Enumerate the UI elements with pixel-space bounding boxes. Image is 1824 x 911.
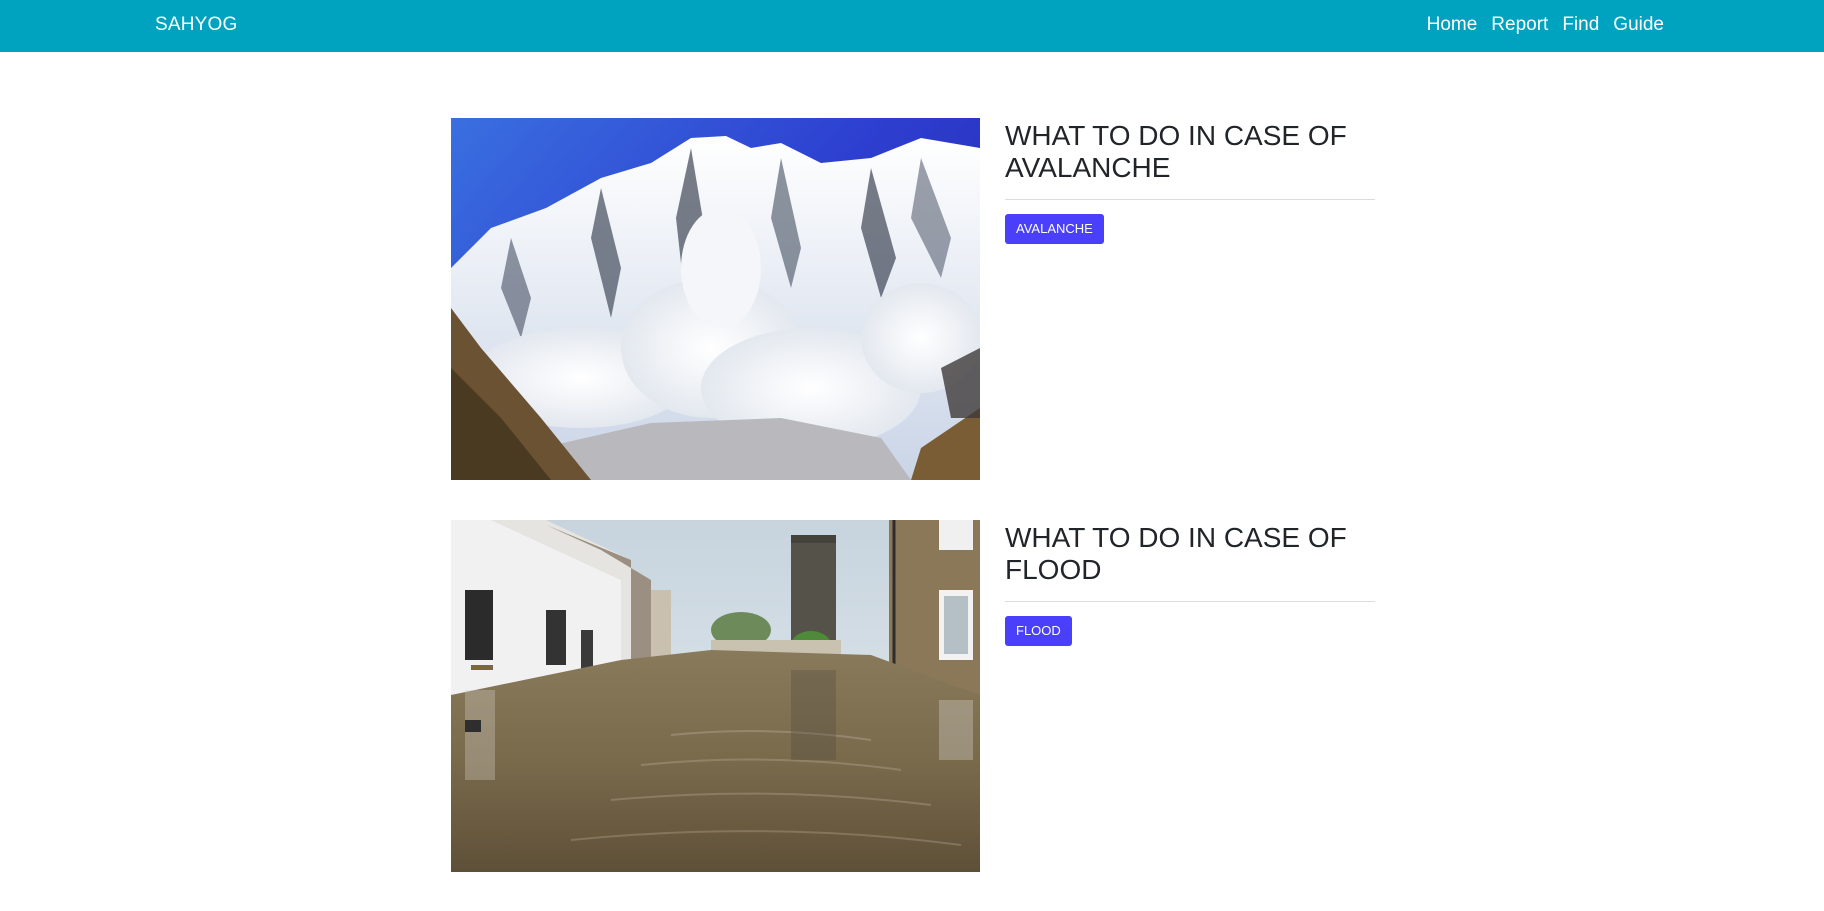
flood-photo (451, 520, 980, 882)
card-body-avalanche: WHAT TO DO IN CASE OF AVALANCHE AVALANCH… (1005, 118, 1375, 244)
top-navbar: SAHYOG Home Report Find Guide (0, 0, 1824, 52)
nav-link-guide[interactable]: Guide (1613, 14, 1664, 36)
avalanche-tag-button[interactable]: AVALANCHE (1005, 214, 1104, 244)
card-title-flood: WHAT TO DO IN CASE OF FLOOD (1005, 522, 1347, 585)
nav-link-home[interactable]: Home (1427, 14, 1478, 36)
nav-links: Home Report Find Guide (1413, 14, 1664, 36)
brand-logo-link[interactable]: SAHYOG (155, 14, 238, 36)
card-title-avalanche: WHAT TO DO IN CASE OF AVALANCHE (1005, 120, 1347, 183)
avalanche-photo (451, 118, 980, 480)
card-divider (1005, 601, 1375, 602)
nav-link-find[interactable]: Find (1562, 14, 1599, 36)
card-body-flood: WHAT TO DO IN CASE OF FLOOD FLOOD (1005, 520, 1375, 646)
nav-link-report[interactable]: Report (1491, 14, 1548, 36)
flood-tag-button[interactable]: FLOOD (1005, 616, 1072, 646)
card-divider (1005, 199, 1375, 200)
